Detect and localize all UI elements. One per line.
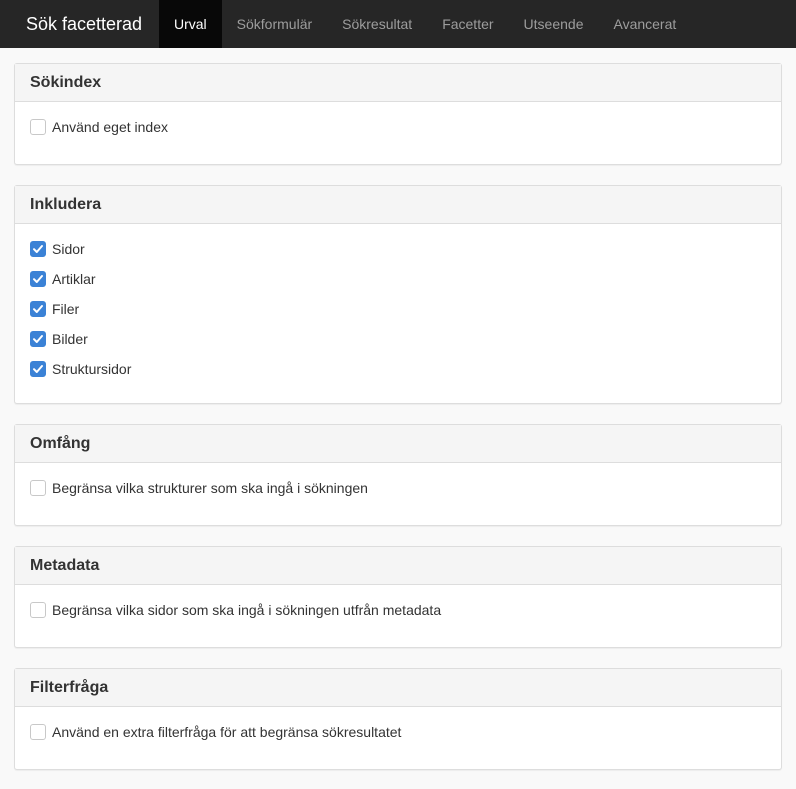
panel-title: Metadata — [15, 547, 781, 585]
checkbox[interactable] — [30, 119, 46, 135]
tab-urval[interactable]: Urval — [159, 0, 222, 48]
option-label[interactable]: Bilder — [52, 331, 88, 347]
panel-body: Begränsa vilka strukturer som ska ingå i… — [15, 463, 781, 525]
check-icon — [33, 245, 43, 253]
check-icon — [33, 335, 43, 343]
tab-utseende[interactable]: Utseende — [509, 0, 599, 48]
option-label[interactable]: Använd eget index — [52, 119, 168, 135]
check-icon — [33, 275, 43, 283]
option-filer[interactable]: Filer — [30, 294, 766, 324]
checkbox[interactable] — [30, 480, 46, 496]
panel-title: Filterfråga — [15, 669, 781, 707]
option-label[interactable]: Struktursidor — [52, 361, 131, 377]
checkbox[interactable] — [30, 331, 46, 347]
checkbox[interactable] — [30, 271, 46, 287]
panel-filterfraga: Filterfråga Använd en extra filterfråga … — [14, 668, 782, 770]
panel-body: Använd eget index — [15, 102, 781, 164]
check-icon — [33, 305, 43, 313]
panel-title: Omfång — [15, 425, 781, 463]
panel-sokindex: Sökindex Använd eget index — [14, 63, 782, 165]
panel-body: Begränsa vilka sidor som ska ingå i sökn… — [15, 585, 781, 647]
option-use-own-index[interactable]: Använd eget index — [30, 112, 766, 142]
option-label[interactable]: Artiklar — [52, 271, 96, 287]
option-sidor[interactable]: Sidor — [30, 234, 766, 264]
checkbox[interactable] — [30, 724, 46, 740]
checkbox[interactable] — [30, 301, 46, 317]
panel-title: Inkludera — [15, 186, 781, 224]
brand-title[interactable]: Sök facetterad — [0, 0, 159, 48]
panel-inkludera: Inkludera Sidor Artiklar Filer Bilder St… — [14, 185, 782, 404]
checkbox[interactable] — [30, 602, 46, 618]
option-struktursidor[interactable]: Struktursidor — [30, 354, 766, 384]
panel-title: Sökindex — [15, 64, 781, 102]
option-label[interactable]: Använd en extra filterfråga för att begr… — [52, 724, 401, 740]
option-label[interactable]: Filer — [52, 301, 79, 317]
panel-metadata: Metadata Begränsa vilka sidor som ska in… — [14, 546, 782, 648]
option-label[interactable]: Begränsa vilka strukturer som ska ingå i… — [52, 480, 368, 496]
top-navbar: Sök facetterad Urval Sökformulär Sökresu… — [0, 0, 796, 48]
checkbox[interactable] — [30, 241, 46, 257]
option-extra-filter-query[interactable]: Använd en extra filterfråga för att begr… — [30, 717, 766, 747]
panel-body: Använd en extra filterfråga för att begr… — [15, 707, 781, 769]
tab-sokresultat[interactable]: Sökresultat — [327, 0, 427, 48]
option-label[interactable]: Sidor — [52, 241, 85, 257]
panel-body: Sidor Artiklar Filer Bilder Struktursido… — [15, 224, 781, 403]
checkbox[interactable] — [30, 361, 46, 377]
main-content: Sökindex Använd eget index Inkludera Sid… — [0, 48, 796, 770]
panel-omfang: Omfång Begränsa vilka strukturer som ska… — [14, 424, 782, 526]
option-label[interactable]: Begränsa vilka sidor som ska ingå i sökn… — [52, 602, 441, 618]
tab-avancerat[interactable]: Avancerat — [598, 0, 691, 48]
check-icon — [33, 365, 43, 373]
tab-facetter[interactable]: Facetter — [427, 0, 508, 48]
option-bilder[interactable]: Bilder — [30, 324, 766, 354]
option-limit-structures[interactable]: Begränsa vilka strukturer som ska ingå i… — [30, 473, 766, 503]
option-limit-by-metadata[interactable]: Begränsa vilka sidor som ska ingå i sökn… — [30, 595, 766, 625]
tab-sokformular[interactable]: Sökformulär — [222, 0, 327, 48]
option-artiklar[interactable]: Artiklar — [30, 264, 766, 294]
